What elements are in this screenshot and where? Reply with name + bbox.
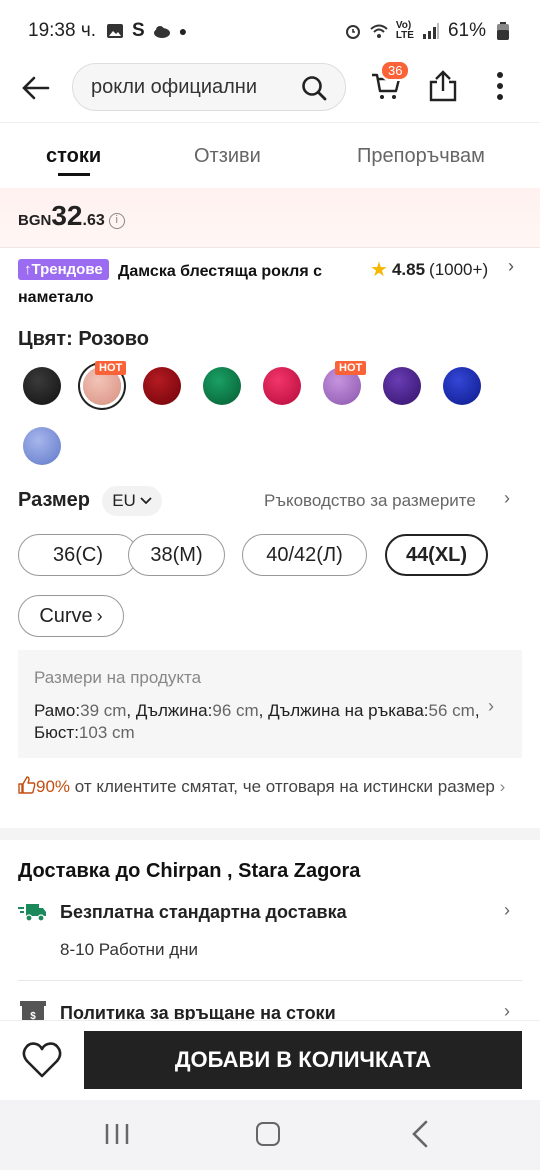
length-value: 96 cm [212,701,259,720]
wishlist-heart-icon[interactable] [22,1041,62,1079]
system-nav-bar [0,1100,540,1170]
fit-feedback[interactable]: 90% от клиентите смятат, че отговаря на … [18,776,508,798]
swatch-royal-blue[interactable] [443,367,481,405]
chevron-right-icon[interactable]: › [504,488,510,509]
trend-badge-label: Трендове [31,261,103,278]
divider-line [18,980,522,981]
section-divider [0,828,540,840]
rating-summary[interactable]: ★ 4.85 (1000+) [370,257,488,282]
chevron-right-icon[interactable]: › [504,1001,510,1022]
recent-apps-icon[interactable] [104,1122,130,1146]
share-icon[interactable] [428,70,458,102]
wifi-icon [370,24,388,38]
top-header: рокли официални 36 [0,60,540,122]
battery-percent: 61% [447,20,486,41]
home-icon[interactable] [256,1122,280,1146]
fit-percent: 90% [36,777,71,796]
add-to-cart-button[interactable]: ДОБАВИ В КОЛИЧКАТА [84,1031,522,1089]
chevron-down-icon [140,497,152,505]
truck-icon [18,904,46,922]
chevron-right-icon[interactable]: › [508,256,514,277]
tab-products[interactable]: стоки [46,145,101,168]
tab-recommend[interactable]: Препоръчвам [357,145,485,168]
length-label: Дължина: [135,701,213,720]
price-decimal: .63 [82,212,105,229]
measurements-title: Размери на продукта [34,668,202,687]
price-integer: 32 [51,200,83,231]
product-measurements[interactable]: Размери на продукта Рамо:39 cm, Дължина:… [18,650,522,758]
size-region-select[interactable]: EU [102,486,162,516]
volte-icon: Vo) LTE [395,20,414,41]
delivery-title: Доставка до Chirpan , Stara Zagora [18,860,361,882]
size-option-40-42[interactable]: 40/42(Л) [242,534,367,576]
chevron-right-icon: › [488,696,494,716]
bottom-action-bar: ДОБАВИ В КОЛИЧКАТА [0,1020,540,1100]
search-input[interactable]: рокли официални [72,63,346,111]
chevron-right-icon[interactable]: › [504,900,510,921]
rating-value: 4.85 [391,259,426,279]
product-price: BGN32.63 i [18,200,125,232]
s-app-icon: S [132,20,145,41]
active-tab-indicator [58,173,90,176]
size-option-curve[interactable]: Curve › [18,595,124,637]
chevron-right-icon: › [96,605,103,626]
signal-icon [422,23,439,39]
gallery-icon [107,24,124,38]
swatch-purple[interactable] [383,367,421,405]
back-arrow-icon[interactable] [20,72,52,104]
hot-badge: HOT [95,361,127,375]
bust-label: Бюст: [34,723,79,742]
shipping-days: 8-10 Работни дни [60,940,198,959]
alarm-icon [345,25,360,39]
info-icon[interactable]: i [108,213,125,229]
fit-text: от клиентите смятат, че отговаря на исти… [74,777,495,796]
shoulder-label: Рамо: [34,701,81,720]
nav-back-icon[interactable] [410,1120,430,1148]
trend-badge: ↑Трендове [18,259,109,280]
thumbs-up-icon [18,776,36,794]
review-count: (1000+) [429,259,489,279]
swatch-magenta-red[interactable] [263,367,301,405]
sleeve-value: 56 cm [428,701,475,720]
search-query: рокли официални [91,75,258,98]
price-currency: BGN [18,212,52,229]
status-bar: 19:38 ч. S ● Vo) LTE 61% [0,0,540,62]
size-guide-link[interactable]: Ръководство за размерите [264,491,476,511]
notification-icons: S ● [106,20,187,42]
section-tabs: стоки Отзиви Препоръчвам [0,122,540,188]
dot-icon: ● [178,23,188,39]
tab-reviews[interactable]: Отзиви [194,145,261,168]
status-time: 19:38 ч. [28,20,97,41]
size-option-44-selected[interactable]: 44(XL) [385,534,488,576]
shipping-method[interactable]: Безплатна стандартна доставка [60,902,347,923]
sleeve-label: Дължина на ръкава: [268,701,429,720]
swatch-dark-red[interactable] [143,367,181,405]
size-option-curve-label: Curve [39,604,93,627]
swatch-black[interactable] [23,367,61,405]
size-region-value: EU [112,491,136,510]
size-label: Размер [18,489,91,511]
size-option-36[interactable]: 36(С) [18,534,138,576]
more-options-icon[interactable] [488,70,512,102]
price-bar: BGN32.63 i [0,188,540,248]
size-option-38[interactable]: 38(М) [128,534,225,576]
cart-count-badge: 36 [380,60,411,81]
cloud-icon [153,26,170,38]
search-icon[interactable] [301,75,327,101]
bust-value: 103 cm [78,723,135,742]
hot-badge: HOT [335,361,367,375]
chevron-right-icon: › [499,777,506,796]
shoulder-value: 39 cm [80,701,127,720]
battery-icon [497,22,509,40]
measurements-text: Рамо:39 cm, Дължина:96 cm, Дължина на ръ… [34,701,480,742]
swatch-green[interactable] [203,367,241,405]
color-label: Цвят: Розово [18,328,150,350]
star-icon: ★ [370,259,388,281]
swatch-light-blue[interactable] [23,427,61,465]
